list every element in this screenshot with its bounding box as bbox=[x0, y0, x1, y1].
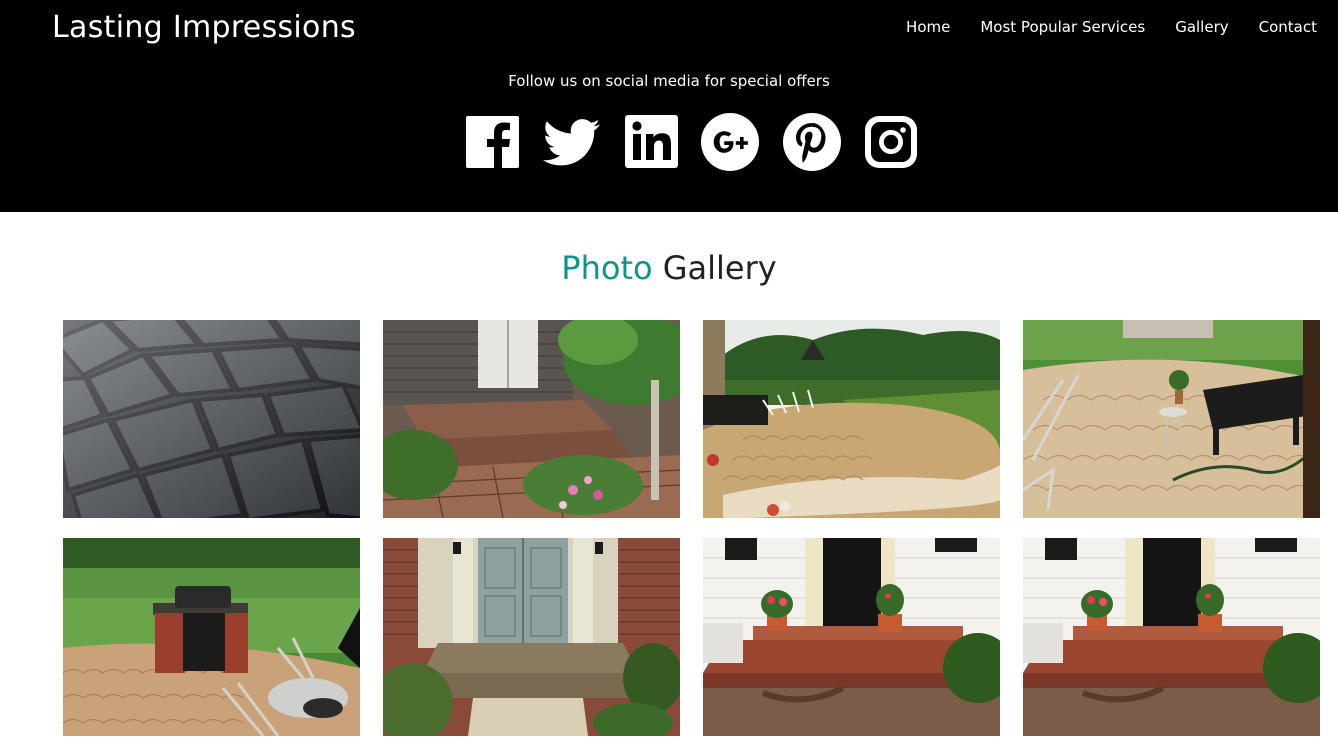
main-nav: Home Most Popular Services Gallery Conta… bbox=[906, 16, 1317, 38]
gallery-heading-rest: Gallery bbox=[662, 249, 777, 287]
gallery-photo-8[interactable] bbox=[1023, 538, 1320, 736]
twitter-icon[interactable] bbox=[542, 112, 602, 172]
gallery-photo-7[interactable] bbox=[703, 538, 1000, 736]
facebook-icon[interactable] bbox=[464, 112, 524, 172]
gallery-photo-1[interactable] bbox=[63, 320, 360, 518]
gallery-photo-6[interactable] bbox=[383, 538, 680, 736]
gallery-photo-2[interactable] bbox=[383, 320, 680, 518]
gallery-photo-3[interactable] bbox=[703, 320, 1000, 518]
nav-home[interactable]: Home bbox=[906, 16, 950, 38]
social-follow-text: Follow us on social media for special of… bbox=[508, 72, 830, 90]
gallery-heading-accent: Photo bbox=[561, 249, 653, 287]
instagram-icon[interactable] bbox=[861, 112, 921, 172]
site-logo[interactable]: Lasting Impressions bbox=[52, 8, 356, 48]
linkedin-icon[interactable] bbox=[624, 112, 684, 172]
gallery-photo-4[interactable] bbox=[1023, 320, 1320, 518]
pinterest-icon[interactable] bbox=[782, 112, 842, 172]
nav-most-popular-services[interactable]: Most Popular Services bbox=[980, 16, 1145, 38]
gallery-photo-5[interactable] bbox=[63, 538, 360, 736]
google-plus-icon[interactable] bbox=[701, 112, 761, 172]
nav-gallery[interactable]: Gallery bbox=[1175, 16, 1228, 38]
gallery-heading: Photo Gallery bbox=[0, 246, 1338, 290]
header-bar: Lasting Impressions Home Most Popular Se… bbox=[0, 0, 1338, 212]
nav-contact[interactable]: Contact bbox=[1259, 16, 1317, 38]
social-links bbox=[464, 112, 919, 172]
